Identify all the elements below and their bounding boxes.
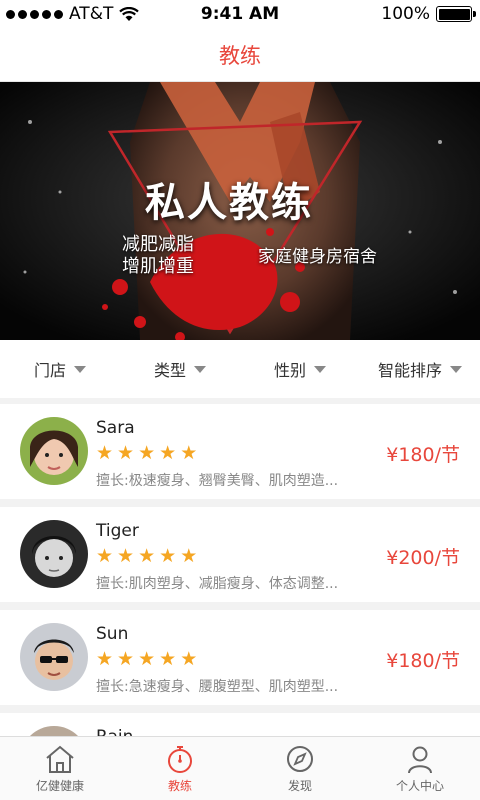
coach-name: Tiger <box>96 521 139 541</box>
coach-card[interactable]: Sara ★ ★ ★ ★ ★ 擅长:极速瘦身、翘臀美臀、肌肉塑造... ¥180… <box>0 404 480 499</box>
tab-label: 教练 <box>167 778 192 793</box>
tab-profile[interactable]: 个人中心 <box>360 737 480 800</box>
star-icon: ★ <box>117 442 135 464</box>
tab-discover[interactable]: 发现 <box>240 737 360 800</box>
filter-gender[interactable]: 性别 <box>240 357 360 381</box>
filter-label: 智能排序 <box>377 361 442 380</box>
star-icon: ★ <box>138 648 156 670</box>
star-icon: ★ <box>180 442 198 464</box>
coach-specialty: 擅长:急速瘦身、腰腹塑型、肌肉塑型... <box>96 679 339 695</box>
status-bar: AT&T 9:41 AM 100% <box>0 0 480 28</box>
filter-label: 性别 <box>273 361 306 380</box>
promo-banner[interactable]: 私人教练 减肥减脂 增肌增重 家庭健身房宿舍 <box>0 82 480 340</box>
rating-stars: ★ ★ ★ ★ ★ <box>96 442 197 464</box>
banner-subtitle: 家庭健身房宿舍 <box>258 247 377 267</box>
caret-down-icon <box>314 365 326 373</box>
star-icon: ★ <box>96 648 114 670</box>
status-right: 100% <box>381 4 476 24</box>
filter-bar: 门店 类型 性别 智能排序 <box>0 340 480 398</box>
star-icon: ★ <box>117 545 135 567</box>
tab-label: 发现 <box>287 778 312 793</box>
tab-label: 亿健健康 <box>35 778 84 793</box>
star-icon: ★ <box>96 545 114 567</box>
avatar <box>20 623 88 691</box>
rating-stars: ★ ★ ★ ★ ★ <box>96 545 197 567</box>
banner-title: 私人教练 <box>145 180 313 226</box>
star-icon: ★ <box>180 648 198 670</box>
filter-label: 门店 <box>33 361 66 380</box>
stopwatch-icon <box>168 745 192 773</box>
coach-card[interactable]: Sun ★ ★ ★ ★ ★ 擅长:急速瘦身、腰腹塑型、肌肉塑型... ¥180/… <box>0 610 480 705</box>
tab-bar: 亿健健康 教练 发现 个人中心 <box>0 736 480 800</box>
caret-down-icon <box>450 365 462 373</box>
star-icon: ★ <box>117 648 135 670</box>
tab-coach[interactable]: 教练 <box>120 737 240 800</box>
caret-down-icon <box>74 365 86 373</box>
filter-store[interactable]: 门店 <box>0 357 120 381</box>
star-icon: ★ <box>180 545 198 567</box>
avatar <box>20 520 88 588</box>
rating-stars: ★ ★ ★ ★ ★ <box>96 648 197 670</box>
page-title: 教练 <box>219 43 261 68</box>
filter-type[interactable]: 类型 <box>120 357 240 381</box>
coach-name: Sara <box>96 418 135 438</box>
nav-bar: 教练 <box>0 28 480 82</box>
star-icon: ★ <box>96 442 114 464</box>
banner-line-2: 增肌增重 <box>122 256 194 277</box>
coach-name: Sun <box>96 624 129 644</box>
star-icon: ★ <box>159 442 177 464</box>
tab-label: 个人中心 <box>395 778 444 793</box>
coach-specialty: 擅长:极速瘦身、翘臀美臀、肌肉塑造... <box>96 473 339 489</box>
filter-label: 类型 <box>153 361 186 380</box>
filter-sort[interactable]: 智能排序 <box>360 357 480 381</box>
avatar <box>20 417 88 485</box>
battery-icon <box>436 6 476 22</box>
caret-down-icon <box>194 365 206 373</box>
star-icon: ★ <box>159 545 177 567</box>
home-icon <box>46 745 74 773</box>
tab-home[interactable]: 亿健健康 <box>0 737 120 800</box>
star-icon: ★ <box>159 648 177 670</box>
coach-price: ¥180/节 <box>386 444 460 466</box>
coach-card[interactable]: Tiger ★ ★ ★ ★ ★ 擅长:肌肉塑身、减脂瘦身、体态调整... ¥20… <box>0 507 480 602</box>
coach-price: ¥200/节 <box>386 547 460 569</box>
person-icon <box>408 746 432 773</box>
compass-icon <box>287 745 313 772</box>
coach-price: ¥180/节 <box>386 650 460 672</box>
star-icon: ★ <box>138 442 156 464</box>
star-icon: ★ <box>138 545 156 567</box>
coach-specialty: 擅长:肌肉塑身、减脂瘦身、体态调整... <box>96 576 339 592</box>
battery-percent: 100% <box>381 4 430 24</box>
